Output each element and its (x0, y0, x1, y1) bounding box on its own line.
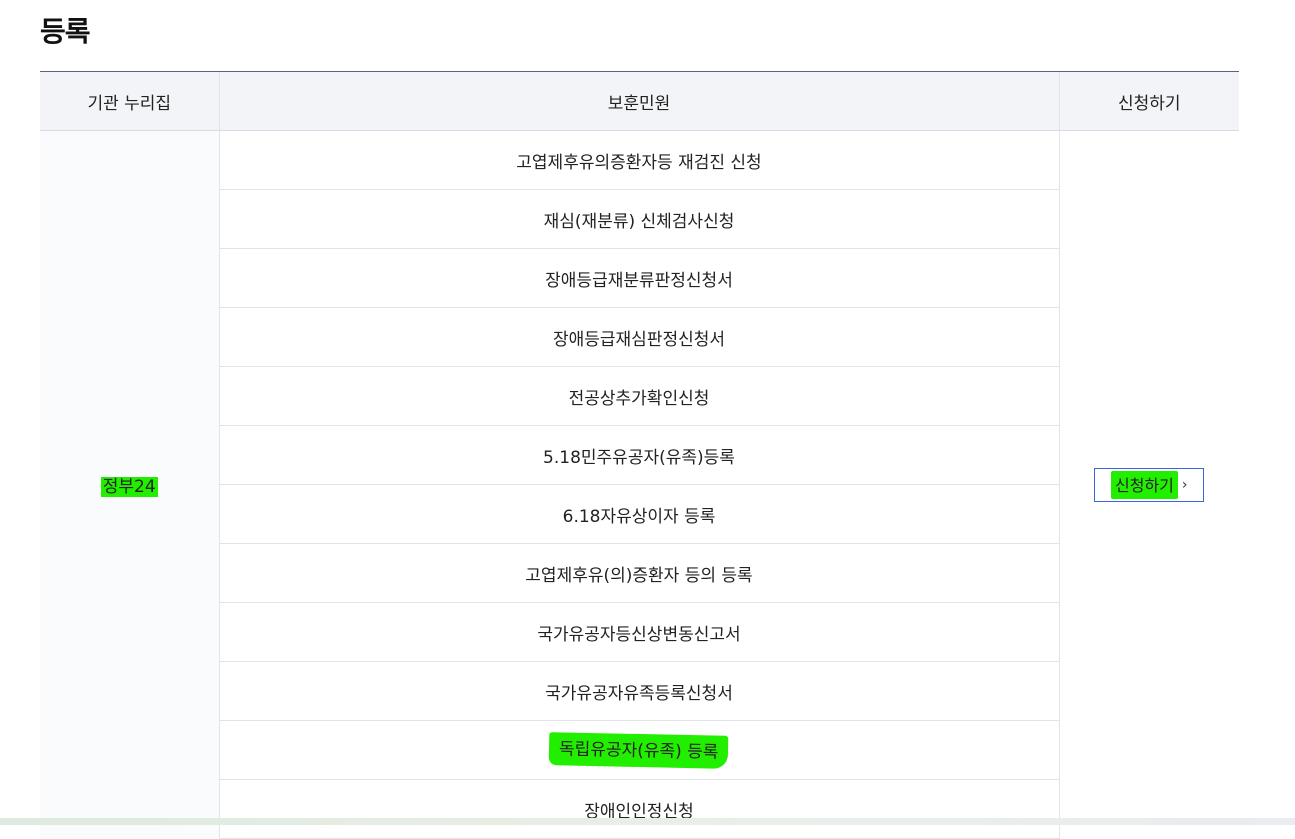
chevron-right-icon: › (1181, 476, 1188, 493)
action-cell: 신청하기 › (1058, 130, 1239, 839)
service-item: 재심(재분류) 신체검사신청 (219, 189, 1059, 249)
service-item: 6.18자유상이자 등록 (219, 484, 1059, 544)
page-title: 등록 (40, 15, 91, 48)
apply-button-label: 신청하기 (1111, 470, 1178, 499)
service-item: 장애등급재분류판정신청서 (219, 248, 1059, 308)
apply-button[interactable]: 신청하기 › (1094, 467, 1205, 502)
service-table: 기관 누리집 보훈민원 신청하기 정부24 고엽제후유의증환자등 재검진 신청 … (40, 72, 1239, 839)
service-item: 장애인인정신청 (219, 779, 1059, 839)
service-item-label: 독립유공자(유족) 등록 (548, 731, 730, 769)
header-service: 보훈민원 (218, 72, 1059, 131)
service-item-highlighted: 독립유공자(유족) 등록 (219, 720, 1059, 780)
table-row: 정부24 고엽제후유의증환자등 재검진 신청 신청하기 › (40, 130, 1239, 839)
table-header-row: 기관 누리집 보훈민원 신청하기 (40, 72, 1239, 131)
agency-name: 정부24 (100, 477, 158, 498)
service-item: 장애등급재심판정신청서 (219, 307, 1059, 367)
service-item: 고엽제후유(의)증환자 등의 등록 (219, 543, 1059, 603)
bottom-bar (0, 818, 1295, 825)
agency-cell: 정부24 (40, 130, 220, 839)
service-item: 국가유공자유족등록신청서 (219, 661, 1059, 721)
service-table-wrapper: 기관 누리집 보훈민원 신청하기 정부24 고엽제후유의증환자등 재검진 신청 … (40, 71, 1239, 839)
header-action: 신청하기 (1058, 72, 1239, 131)
service-item: 전공상추가확인신청 (219, 366, 1059, 426)
service-item: 5.18민주유공자(유족)등록 (219, 425, 1059, 485)
header-agency: 기관 누리집 (40, 72, 219, 131)
service-item: 고엽제후유의증환자등 재검진 신청 (219, 130, 1059, 190)
service-item: 국가유공자등신상변동신고서 (219, 602, 1059, 662)
